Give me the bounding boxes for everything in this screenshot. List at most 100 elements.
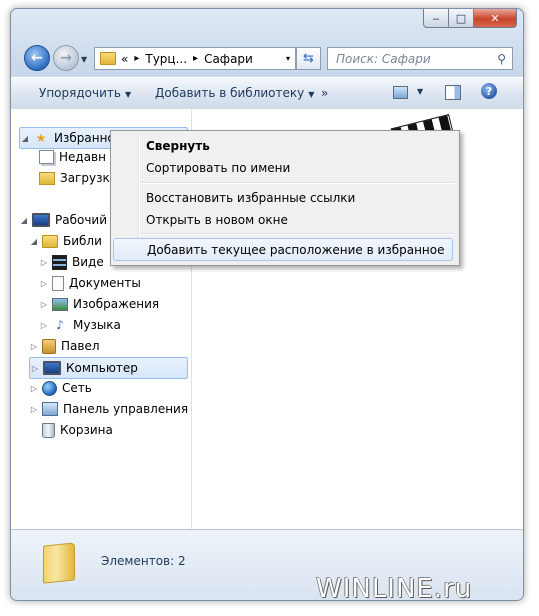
- nav-label: Документы: [69, 276, 141, 290]
- nav-downloads[interactable]: Загрузк: [39, 168, 110, 188]
- nav-recycle-bin[interactable]: Корзина: [42, 420, 113, 440]
- nav-music[interactable]: ▷ ♪ Музыка: [39, 315, 121, 335]
- address-bar[interactable]: « ▸ Турц... ▸ Сафари ▾: [94, 47, 296, 70]
- refresh-icon: ⇆: [303, 51, 314, 66]
- nav-label: Музыка: [73, 318, 121, 332]
- menu-item-label: Открыть в новом окне: [146, 212, 288, 227]
- menu-item-collapse[interactable]: Свернуть: [113, 135, 455, 156]
- add-to-library-label: Добавить в библиотеку: [155, 86, 305, 100]
- folder-icon: [100, 52, 116, 65]
- collapsed-arrow-icon[interactable]: ▷: [30, 364, 40, 373]
- recycle-bin-icon: [42, 422, 55, 438]
- nav-libraries[interactable]: ◢ Библи: [29, 231, 102, 251]
- search-input[interactable]: Поиск: Сафари: [328, 52, 431, 66]
- nav-recent-places[interactable]: Недавн: [39, 147, 106, 167]
- nav-label: Загрузк: [60, 171, 110, 185]
- collapsed-arrow-icon[interactable]: ▷: [29, 405, 39, 414]
- nav-label: Изображения: [73, 297, 160, 311]
- collapsed-arrow-icon[interactable]: ▷: [39, 321, 49, 330]
- change-view-icon[interactable]: [393, 86, 408, 99]
- arrow-right-icon: →: [60, 50, 72, 66]
- star-icon: ★: [35, 131, 47, 145]
- search-box[interactable]: Поиск: Сафари ⚲: [327, 47, 513, 70]
- arrow-left-icon: ←: [31, 50, 43, 66]
- menu-item-label: Восстановить избранные ссылки: [146, 190, 356, 205]
- pictures-icon: [52, 297, 68, 311]
- breadcrumb-separator[interactable]: ▸: [193, 53, 198, 64]
- chevron-down-icon: ▼: [308, 90, 315, 99]
- nav-label: Корзина: [60, 423, 113, 437]
- collapsed-arrow-icon[interactable]: ▷: [29, 342, 39, 351]
- caption-buttons: ‒ □ ✕: [423, 9, 517, 28]
- nav-videos[interactable]: ▷ Виде: [39, 252, 104, 272]
- menu-separator: [141, 182, 455, 184]
- back-button[interactable]: ←: [24, 45, 50, 71]
- explorer-window: ‒ □ ✕ ← → ▼ « ▸ Турц... ▸ Сафари ▾ ⇆ Пои…: [10, 8, 524, 601]
- minimize-button[interactable]: ‒: [423, 9, 449, 28]
- breadcrumb-item[interactable]: Турц...: [145, 52, 187, 66]
- menu-item-label: Добавить текущее расположение в избранно…: [147, 242, 445, 257]
- document-icon: [52, 275, 64, 291]
- address-row: ← → ▼ « ▸ Турц... ▸ Сафари ▾ ⇆ Поиск: Са…: [11, 43, 523, 73]
- context-menu: Свернуть Сортировать по имени Восстанови…: [110, 130, 460, 266]
- help-button[interactable]: ?: [481, 83, 497, 99]
- expanded-arrow-icon[interactable]: ◢: [20, 134, 30, 143]
- breadcrumb-item[interactable]: Сафари: [204, 52, 253, 66]
- nav-network[interactable]: ▷ Сеть: [29, 378, 92, 398]
- libraries-icon: [42, 234, 58, 248]
- forward-button[interactable]: →: [53, 45, 79, 71]
- user-folder-icon: [42, 338, 56, 354]
- collapsed-arrow-icon[interactable]: ▷: [39, 279, 49, 288]
- menu-item-add-current-location[interactable]: Добавить текущее расположение в избранно…: [113, 238, 453, 261]
- add-to-library-button[interactable]: Добавить в библиотеку ▼: [155, 86, 314, 100]
- organize-button[interactable]: Упорядочить ▼: [39, 86, 131, 100]
- nav-pictures[interactable]: ▷ Изображения: [39, 294, 159, 314]
- maximize-button[interactable]: □: [449, 9, 474, 28]
- collapsed-arrow-icon[interactable]: ▷: [29, 384, 39, 393]
- expanded-arrow-icon[interactable]: ◢: [19, 216, 29, 225]
- computer-icon: [43, 361, 61, 375]
- address-dropdown-icon[interactable]: ▾: [286, 54, 290, 63]
- organize-label: Упорядочить: [39, 86, 121, 100]
- nav-control-panel[interactable]: ▷ Панель управления: [29, 399, 188, 419]
- items-count: Элементов: 2: [101, 554, 186, 568]
- recent-places-icon: [39, 150, 54, 164]
- downloads-folder-icon: [39, 171, 55, 185]
- view-dropdown-icon[interactable]: ▼: [417, 87, 423, 96]
- close-button[interactable]: ✕: [474, 9, 517, 28]
- preview-pane-button[interactable]: [445, 85, 461, 100]
- breadcrumb-separator[interactable]: ▸: [134, 53, 139, 64]
- nav-label: Сеть: [62, 381, 92, 395]
- refresh-button[interactable]: ⇆: [296, 47, 321, 70]
- menu-item-open-new-window[interactable]: Открыть в новом окне: [113, 209, 455, 230]
- menu-item-sort-by-name[interactable]: Сортировать по имени: [113, 157, 455, 178]
- nav-user-folder[interactable]: ▷ Павел: [29, 336, 100, 356]
- folder-icon: [43, 542, 75, 584]
- menu-item-restore-favorites[interactable]: Восстановить избранные ссылки: [113, 187, 455, 208]
- expanded-arrow-icon[interactable]: ◢: [29, 237, 39, 246]
- video-icon: [52, 254, 67, 270]
- menu-separator: [141, 233, 455, 235]
- watermark-text: WINLINE.ru: [316, 574, 473, 604]
- chevron-down-icon: ▼: [124, 90, 132, 99]
- nav-label: Библи: [63, 234, 102, 248]
- search-icon[interactable]: ⚲: [497, 52, 506, 66]
- nav-documents[interactable]: ▷ Документы: [39, 273, 141, 293]
- breadcrumb-overflow[interactable]: «: [121, 52, 128, 66]
- music-note-icon: ♪: [56, 318, 64, 332]
- nav-desktop[interactable]: ◢ Рабочий: [19, 210, 107, 230]
- collapsed-arrow-icon[interactable]: ▷: [39, 300, 49, 309]
- menu-item-label: Сортировать по имени: [146, 160, 291, 175]
- command-bar: Упорядочить ▼ Добавить в библиотеку ▼ » ▼ …: [11, 77, 523, 110]
- nav-label: Рабочий: [55, 213, 108, 227]
- control-panel-icon: [42, 402, 58, 416]
- nav-label: Виде: [72, 255, 104, 269]
- recent-pages-dropdown[interactable]: ▼: [81, 55, 87, 64]
- nav-computer[interactable]: ▷ Компьютер: [29, 357, 188, 379]
- menu-item-label: Свернуть: [146, 138, 210, 153]
- more-commands-button[interactable]: »: [321, 86, 328, 100]
- collapsed-arrow-icon[interactable]: ▷: [39, 258, 49, 267]
- nav-label: Компьютер: [66, 361, 138, 375]
- network-icon: [42, 380, 57, 396]
- nav-label: Панель управления: [63, 402, 189, 416]
